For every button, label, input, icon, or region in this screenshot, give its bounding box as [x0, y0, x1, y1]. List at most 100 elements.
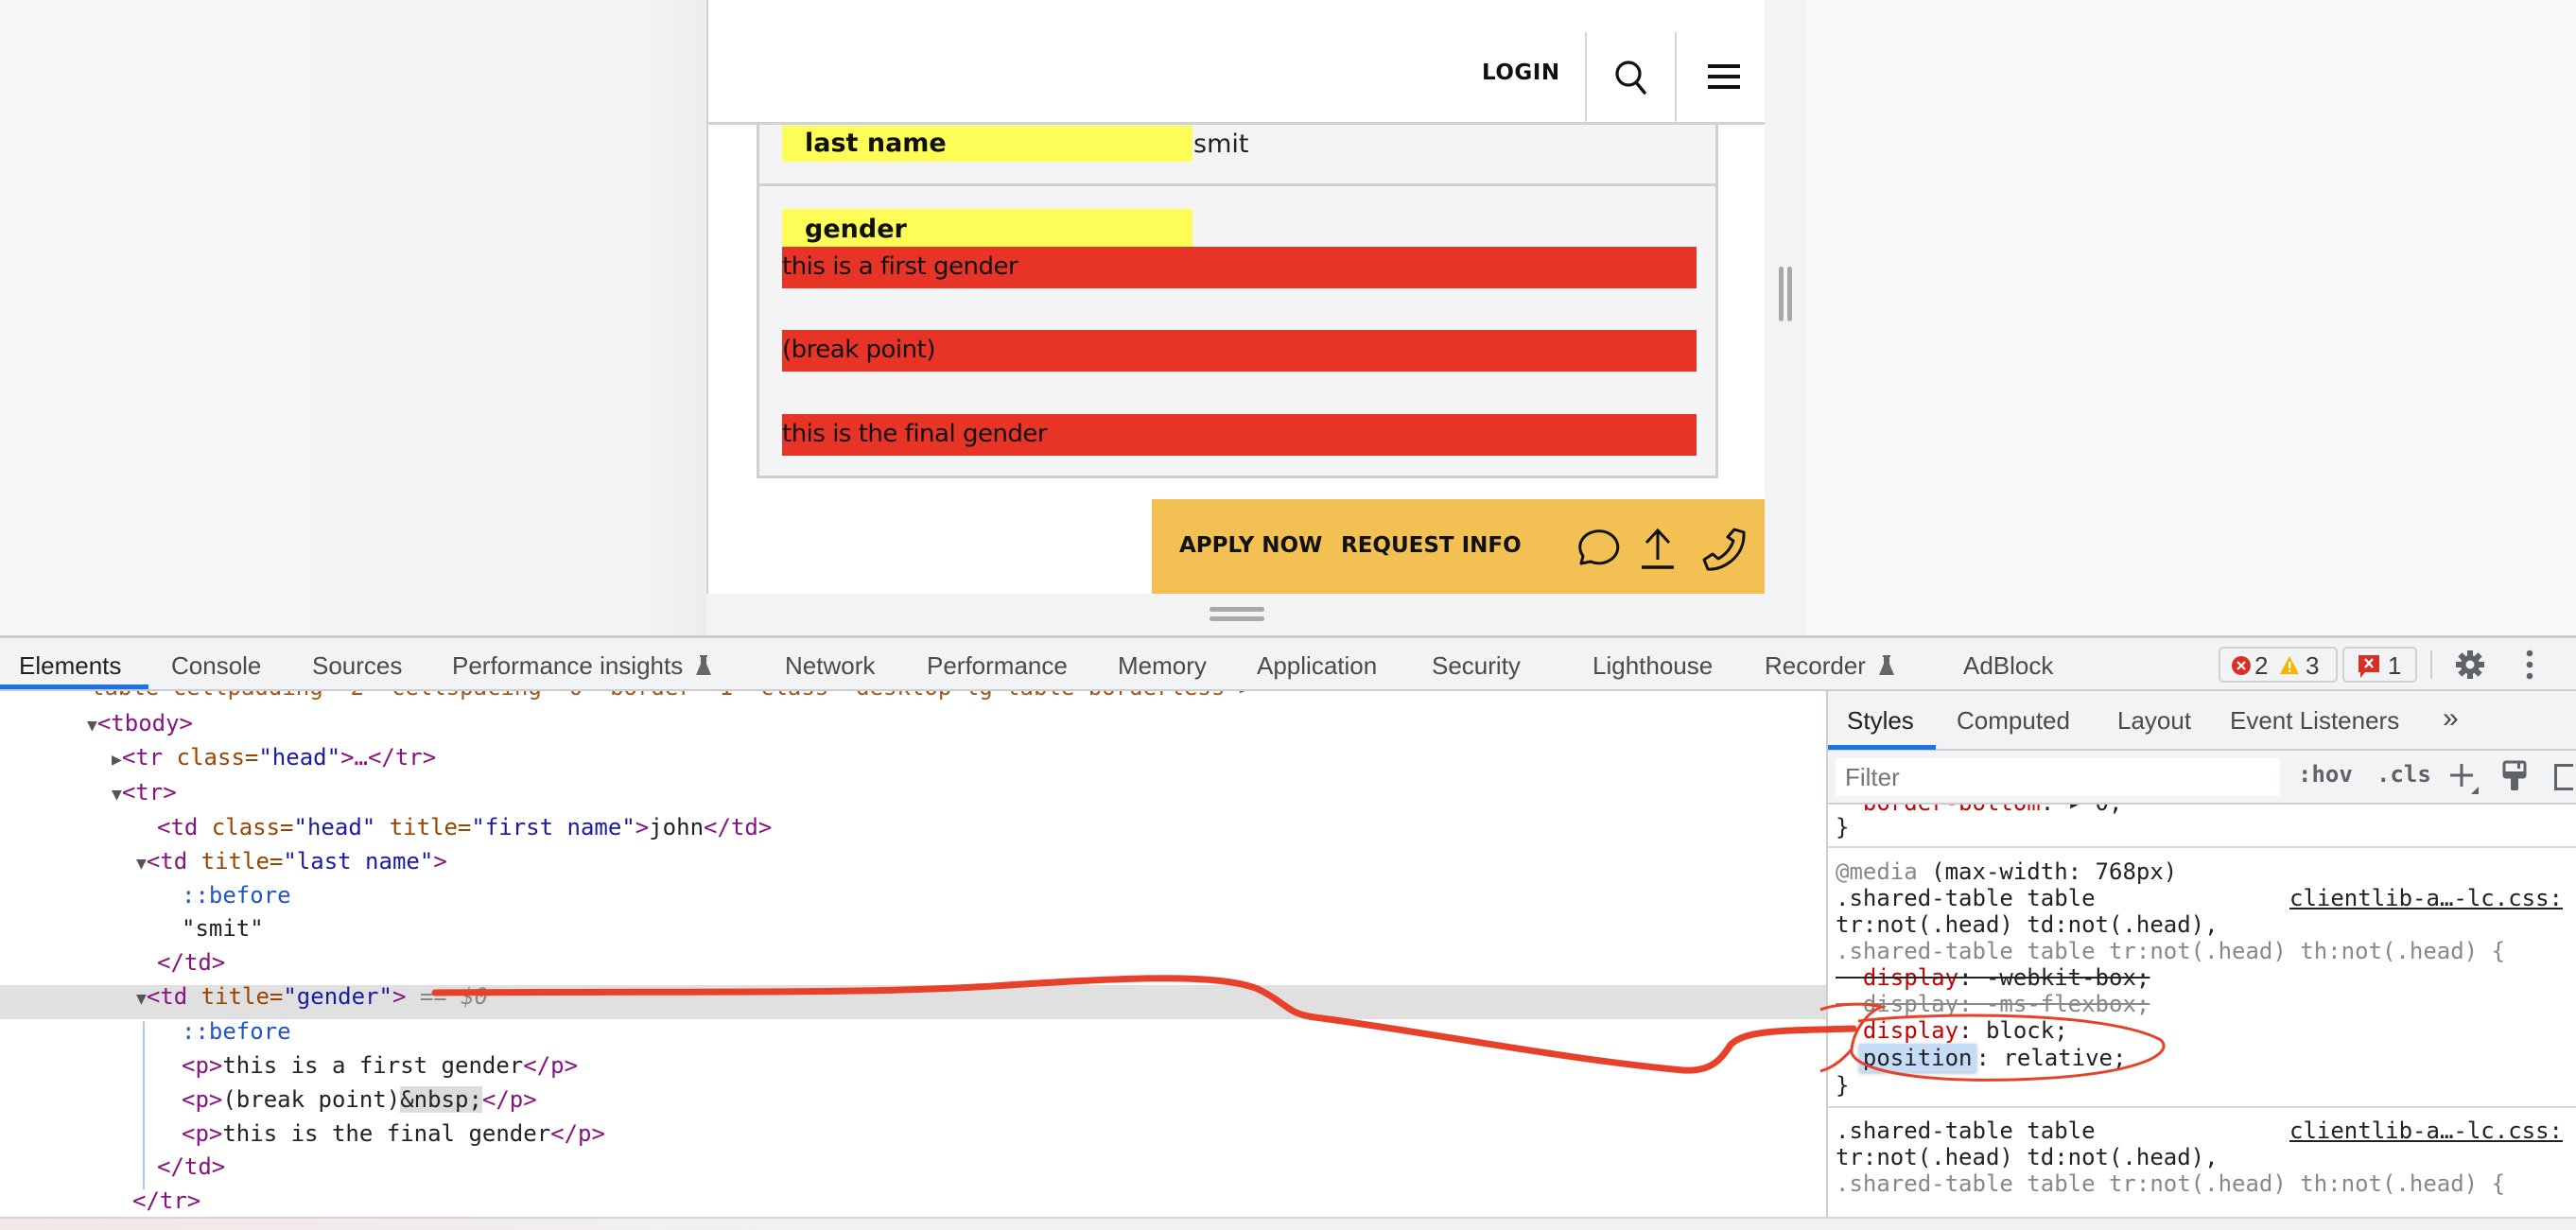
viewport-background-right [1806, 0, 2576, 635]
rule-selector[interactable]: tr:not(.head) td:not(.head), [1836, 1144, 2219, 1170]
styles-rules-list: border-bottom: ▸ 0; } @media (max-width:… [1828, 805, 2576, 1228]
settings-gear-icon[interactable] [2455, 650, 2485, 680]
styles-filter-input[interactable] [1836, 758, 2280, 796]
dom-node-td-close[interactable]: </td> [157, 945, 225, 979]
tab-lighthouse[interactable]: Lighthouse [1593, 651, 1713, 681]
hover-state-toggle[interactable]: :hov [2298, 761, 2353, 788]
dom-node-tr[interactable]: ▼<tr> [112, 775, 177, 812]
previous-rule-declaration[interactable]: border-bottom: ▸ 0; [1836, 805, 2123, 816]
hamburger-menu-icon[interactable] [1708, 62, 1740, 91]
rule-close-brace: } [1836, 1072, 1850, 1099]
phone-icon[interactable] [1700, 526, 1748, 573]
login-link[interactable]: LOGIN [1482, 61, 1560, 85]
media-query-header: @media (max-width: 768px) [1836, 858, 2178, 885]
dom-node-td-gender-selected[interactable]: ▼<td title="gender"> == $0 [136, 979, 488, 1016]
selected-node-marker: == $0 [406, 983, 489, 1010]
shared-table: last name smit gender this is a first ge… [757, 125, 1718, 478]
rule-selector[interactable]: .shared-table table [1836, 885, 2096, 911]
gender-paragraph: (break point) [782, 330, 1697, 372]
issues-counter-button[interactable]: 2 3 [2219, 647, 2338, 683]
dom-text-node-smit[interactable]: "smit" [182, 911, 264, 945]
dom-node-tr-close[interactable]: </tr> [132, 1184, 200, 1218]
collapse-triangle-icon[interactable]: ▼ [87, 716, 97, 736]
dom-node-before-pseudo[interactable]: ::before [182, 1014, 291, 1048]
rule-selector[interactable]: tr:not(.head) td:not(.head), [1836, 911, 2219, 938]
dom-node-td-close[interactable]: </td> [157, 1150, 225, 1184]
gender-paragraph: this is a first gender [782, 247, 1697, 288]
issues-panel-button[interactable]: 1 [2342, 647, 2417, 683]
row-divider [759, 183, 1715, 186]
page-viewport: LOGIN last name smit gender this is a fi… [706, 0, 1765, 594]
stylesheet-source-link[interactable]: clientlib-a…-lc.css: [2289, 1117, 2563, 1144]
share-upload-icon[interactable] [1639, 526, 1677, 571]
tab-application[interactable]: Application [1257, 651, 1377, 681]
cell-value-last-name: smit [1193, 130, 1249, 159]
height-resize-strip [706, 594, 1806, 635]
rule-selector-unmatched[interactable]: .shared-table table tr:not(.head) th:not… [1836, 938, 2505, 964]
nbsp-entity: &nbsp; [400, 1086, 482, 1113]
dom-node-p[interactable]: <p>this is a first gender</p> [182, 1048, 578, 1083]
collapse-triangle-icon[interactable]: ▼ [136, 989, 147, 1009]
viewport-background-left [0, 0, 706, 635]
tab-sources[interactable]: Sources [312, 651, 402, 681]
request-info-button[interactable]: REQUEST INFO [1341, 533, 1522, 558]
height-resize-handle[interactable] [1210, 607, 1264, 622]
dom-node-p[interactable]: <p>this is the final gender</p> [182, 1117, 605, 1151]
tab-performance[interactable]: Performance [927, 651, 1068, 681]
cell-label-last-name: last name [782, 126, 1192, 162]
tab-elements[interactable]: Elements [19, 651, 121, 681]
tab-security[interactable]: Security [1432, 651, 1521, 681]
responsive-resize-gutter [1765, 0, 1806, 635]
property-name-editor[interactable]: position [1858, 1044, 1976, 1072]
error-count: 2 [2254, 651, 2269, 680]
dom-node-p[interactable]: <p>(break point)&nbsp;</p> [182, 1083, 537, 1117]
declaration-editing[interactable]: position: relative; [1836, 1044, 2126, 1072]
declaration-overridden[interactable]: display: -webkit-box; [1836, 964, 2150, 991]
rule-close-brace: } [1836, 814, 1850, 840]
tab-performance-insights[interactable]: Performance insights [452, 651, 712, 681]
tab-network[interactable]: Network [785, 651, 875, 681]
declaration-invalid[interactable]: display: -ms-flexbox; [1836, 991, 2150, 1017]
dom-node-td-last-name[interactable]: ▼<td title="last name"> [136, 844, 447, 881]
tab-layout[interactable]: Layout [2117, 706, 2191, 736]
toggle-sidebar-icon[interactable] [2554, 764, 2573, 790]
apply-now-button[interactable]: APPLY NOW [1179, 533, 1322, 558]
tab-event-listeners[interactable]: Event Listeners [2230, 706, 2399, 736]
dom-node-before-pseudo[interactable]: ::before [182, 878, 291, 912]
dom-node-tbody[interactable]: ▼<tbody> [87, 706, 193, 743]
rule-selector-unmatched[interactable]: .shared-table table tr:not(.head) th:not… [1836, 1170, 2505, 1197]
search-icon[interactable] [1612, 59, 1650, 96]
dom-node-td-first-name[interactable]: <td class="head" title="first name">john… [157, 810, 772, 844]
rule-selector[interactable]: .shared-table table [1836, 1117, 2096, 1144]
tab-memory[interactable]: Memory [1118, 651, 1207, 681]
chat-icon[interactable] [1572, 526, 1621, 571]
tab-recorder[interactable]: Recorder [1765, 651, 1895, 681]
tab-computed[interactable]: Computed [1957, 706, 2070, 736]
stylesheet-source-link[interactable]: clientlib-a…-lc.css: [2289, 885, 2563, 911]
dom-node-table-partial[interactable]: table cellpadding="2" cellspacing="0" bo… [91, 691, 1252, 704]
expand-triangle-icon[interactable]: ▶ [112, 750, 122, 770]
tab-console[interactable]: Console [171, 651, 261, 681]
tab-adblock[interactable]: AdBlock [1963, 651, 2053, 681]
active-tab-indicator [0, 684, 148, 689]
rule-separator [1828, 846, 2576, 848]
warning-icon [2280, 656, 2299, 674]
dom-node-tr-head[interactable]: ▶<tr class="head">…</tr> [112, 740, 436, 777]
width-resize-handle[interactable] [1777, 267, 1794, 321]
collapse-triangle-icon[interactable]: ▼ [136, 854, 147, 874]
declaration-active[interactable]: display: block; [1836, 1017, 2068, 1044]
new-style-rule-icon[interactable] [2450, 762, 2484, 794]
devtools-bottom-edge [0, 1217, 2576, 1230]
tab-styles[interactable]: Styles [1847, 706, 1914, 736]
error-icon [2232, 656, 2251, 675]
styles-toolbar: :hov .cls [1828, 751, 2576, 805]
header-divider [1675, 32, 1677, 123]
toolbar-divider [2430, 650, 2432, 679]
issue-message-icon [2358, 655, 2379, 678]
class-toggle[interactable]: .cls [2376, 761, 2431, 788]
more-options-icon[interactable] [2523, 650, 2536, 680]
styles-sidebar: Styles Computed Layout Event Listeners »… [1826, 691, 2576, 1228]
collapse-triangle-icon[interactable]: ▼ [112, 785, 122, 805]
rendering-paint-icon[interactable] [2501, 760, 2528, 792]
more-tabs-chevron-icon[interactable]: » [2443, 702, 2459, 735]
